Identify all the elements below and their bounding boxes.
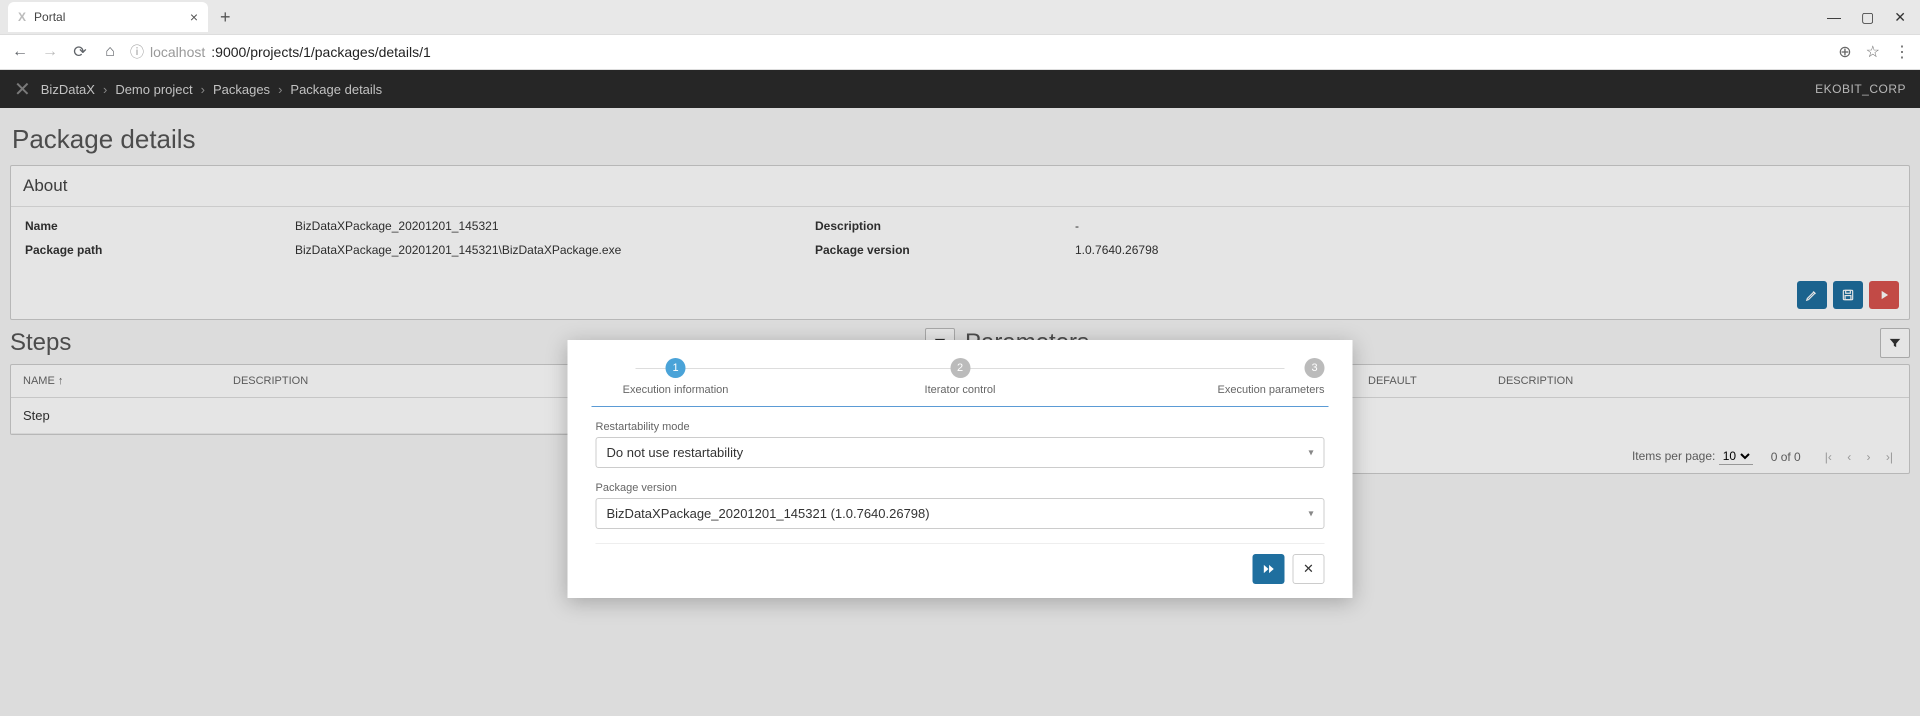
window-minimize-icon[interactable]: — <box>1827 9 1841 26</box>
package-version-value: BizDataXPackage_20201201_145321 (1.0.764… <box>607 506 930 521</box>
close-tab-icon[interactable]: × <box>190 9 198 25</box>
step-label: Iterator control <box>925 384 996 396</box>
step-label: Execution parameters <box>1218 384 1325 396</box>
execution-modal: 1 Execution information 2 Iterator contr… <box>568 340 1353 598</box>
address-bar[interactable]: ⓘ localhost :9000/projects/1/packages/det… <box>130 42 1828 62</box>
browser-tab[interactable]: X Portal × <box>8 2 208 32</box>
app-x-icon: X <box>18 10 26 24</box>
step-label: Execution information <box>623 384 729 396</box>
step-number: 3 <box>1305 358 1325 378</box>
close-icon: ✕ <box>1303 561 1314 577</box>
window-maximize-icon[interactable]: ▢ <box>1861 9 1874 26</box>
restartability-value: Do not use restartability <box>607 445 744 460</box>
restartability-select[interactable]: Do not use restartability ▾ <box>596 437 1325 468</box>
star-icon[interactable]: ☆ <box>1866 42 1880 62</box>
site-info-icon[interactable]: ⓘ <box>130 42 144 62</box>
step-number: 1 <box>666 358 686 378</box>
back-icon[interactable]: ← <box>10 43 30 61</box>
wizard-step-2[interactable]: 2 Iterator control <box>880 358 1040 396</box>
window-close-icon[interactable]: ✕ <box>1894 9 1906 26</box>
fast-forward-icon <box>1262 562 1276 576</box>
chevron-down-icon: ▾ <box>1308 508 1313 519</box>
home-icon[interactable]: ⌂ <box>100 43 120 61</box>
package-version-select[interactable]: BizDataXPackage_20201201_145321 (1.0.764… <box>596 498 1325 529</box>
wizard-step-3[interactable]: 3 Execution parameters <box>1165 358 1325 396</box>
new-tab-button[interactable]: + <box>214 7 237 28</box>
url-host: localhost <box>150 44 205 60</box>
close-button[interactable]: ✕ <box>1293 554 1325 584</box>
next-button[interactable] <box>1253 554 1285 584</box>
step-number: 2 <box>950 358 970 378</box>
reload-icon[interactable]: ⟳ <box>70 42 90 62</box>
package-version-label: Package version <box>596 482 1325 494</box>
kebab-menu-icon[interactable]: ⋮ <box>1894 42 1910 62</box>
forward-icon[interactable]: → <box>40 43 60 61</box>
chevron-down-icon: ▾ <box>1308 447 1313 458</box>
zoom-icon[interactable]: ⊕ <box>1838 42 1851 62</box>
url-path: :9000/projects/1/packages/details/1 <box>211 44 430 60</box>
restartability-label: Restartability mode <box>596 421 1325 433</box>
tab-title: Portal <box>34 10 65 24</box>
wizard-step-1[interactable]: 1 Execution information <box>596 358 756 396</box>
